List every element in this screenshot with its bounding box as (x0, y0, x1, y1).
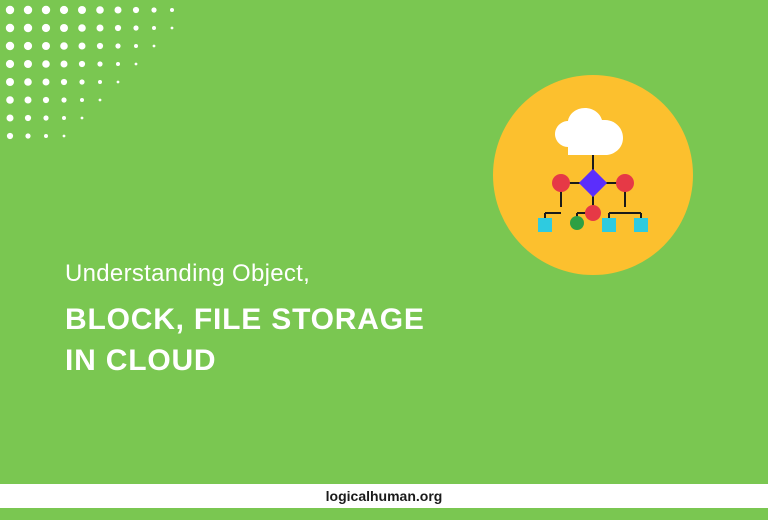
footer-site-label: logicalhuman.org (326, 488, 443, 504)
headline-line2: BLOCK, FILE STORAGE (65, 300, 425, 341)
footer-bar: logicalhuman.org (0, 484, 768, 508)
headline-line3: IN CLOUD (65, 341, 425, 382)
headline-line1: Understanding Object, (65, 260, 425, 288)
headline-block: Understanding Object, BLOCK, FILE STORAG… (65, 260, 425, 381)
illustration-circle (493, 75, 693, 275)
slide-container: Understanding Object, BLOCK, FILE STORAG… (0, 0, 768, 520)
dot-pattern-icon (0, 0, 200, 150)
cloud-storage-diagram-icon (523, 105, 663, 245)
